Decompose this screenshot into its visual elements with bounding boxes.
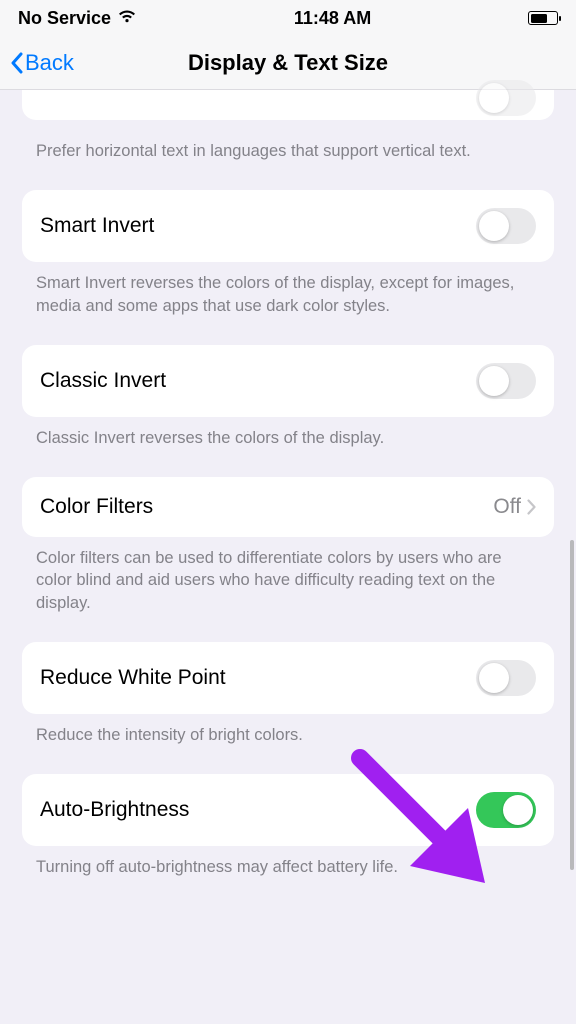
row-label: Reduce White Point	[40, 666, 226, 690]
section-footer-reduce-white-point: Reduce the intensity of bright colors.	[22, 714, 554, 746]
status-bar: No Service 11:48 AM	[0, 0, 576, 36]
content-area: Prefer horizontal text in languages that…	[0, 90, 576, 878]
back-button[interactable]: Back	[0, 50, 74, 76]
back-label: Back	[25, 50, 74, 76]
section-footer-classic-invert: Classic Invert reverses the colors of th…	[22, 417, 554, 449]
section-footer-color-filters: Color filters can be used to differentia…	[22, 537, 554, 614]
section-footer-smart-invert: Smart Invert reverses the colors of the …	[22, 262, 554, 317]
scroll-indicator	[570, 540, 574, 870]
toggle-auto-brightness[interactable]	[476, 792, 536, 828]
color-filters-value: Off	[493, 495, 521, 519]
row-color-filters[interactable]: Color Filters Off	[22, 477, 554, 537]
battery-icon	[528, 11, 558, 25]
toggle-reduce-white-point[interactable]	[476, 660, 536, 696]
clock-text: 11:48 AM	[294, 8, 371, 29]
toggle-smart-invert[interactable]	[476, 208, 536, 244]
page-title: Display & Text Size	[0, 50, 576, 76]
row-label: Classic Invert	[40, 369, 166, 393]
row-auto-brightness[interactable]: Auto-Brightness	[22, 774, 554, 846]
partial-row[interactable]	[22, 90, 554, 120]
row-value: Off	[493, 495, 536, 519]
row-smart-invert[interactable]: Smart Invert	[22, 190, 554, 262]
row-label: Smart Invert	[40, 214, 154, 238]
wifi-icon	[117, 8, 137, 29]
row-reduce-white-point[interactable]: Reduce White Point	[22, 642, 554, 714]
section-footer-prefer-horizontal: Prefer horizontal text in languages that…	[22, 130, 554, 162]
chevron-left-icon	[10, 52, 23, 74]
row-label: Auto-Brightness	[40, 798, 189, 822]
chevron-right-icon	[527, 499, 536, 515]
toggle-switch[interactable]	[476, 80, 536, 116]
row-classic-invert[interactable]: Classic Invert	[22, 345, 554, 417]
row-label: Color Filters	[40, 495, 153, 519]
toggle-classic-invert[interactable]	[476, 363, 536, 399]
section-footer-auto-brightness: Turning off auto-brightness may affect b…	[22, 846, 554, 878]
carrier-text: No Service	[18, 8, 111, 29]
